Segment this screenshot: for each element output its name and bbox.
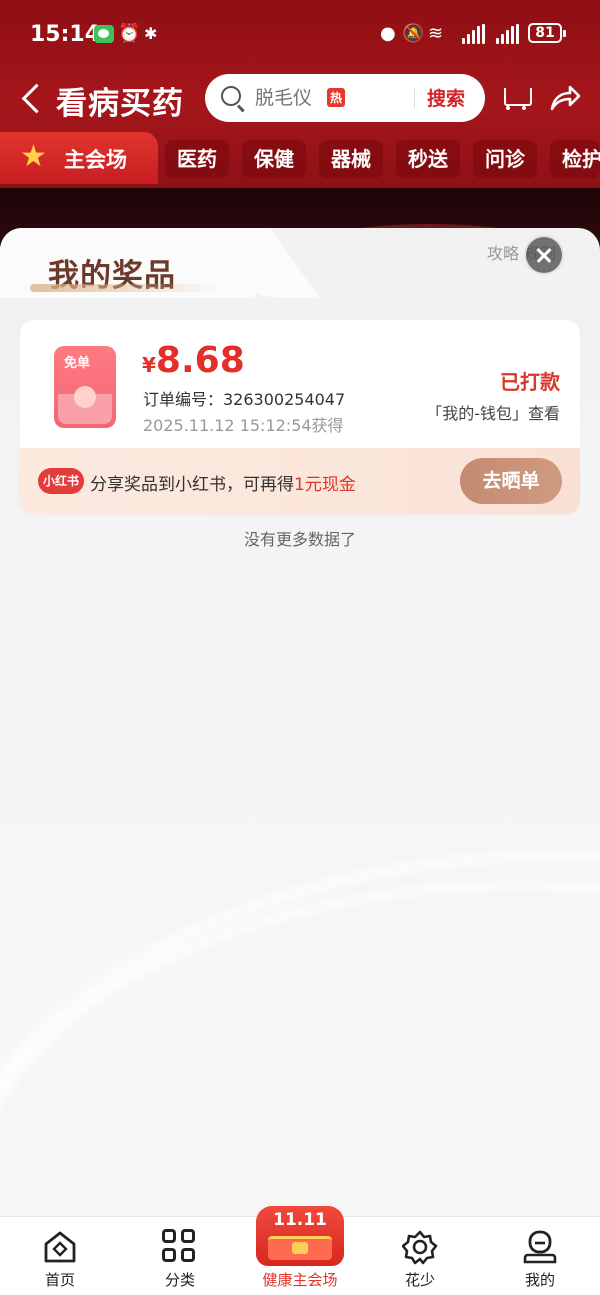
nav-huashao[interactable]: 花少 bbox=[360, 1217, 480, 1295]
back-icon[interactable] bbox=[18, 80, 48, 116]
share-strip: 小红书 分享奖品到小红书，可再得1元现金 去晒单 bbox=[20, 448, 580, 514]
amount-value: 8.68 bbox=[155, 340, 245, 381]
location-icon: ● bbox=[380, 23, 396, 44]
star-icon: ★ bbox=[20, 139, 47, 174]
tab-medicine[interactable]: 医药 bbox=[165, 140, 229, 178]
search-button[interactable]: 搜索 bbox=[427, 84, 465, 111]
nav-category-label: 分类 bbox=[164, 1271, 195, 1289]
home-icon bbox=[42, 1229, 78, 1265]
share-text-highlight: 1元现金 bbox=[294, 475, 356, 495]
prize-thumb-label: 免单 bbox=[64, 356, 91, 371]
category-icon bbox=[162, 1229, 198, 1265]
paid-status: 已打款 bbox=[500, 370, 560, 394]
battery-indicator: 81 bbox=[528, 23, 566, 43]
share-text-prefix: 分享奖品到小红书，可再得 bbox=[90, 475, 294, 495]
currency-symbol: ¥ bbox=[142, 353, 156, 377]
nav-home[interactable]: 首页 bbox=[0, 1217, 120, 1295]
signal-2-icon bbox=[496, 24, 519, 44]
tab-main-venue[interactable]: ★ 主会场 bbox=[0, 132, 158, 184]
category-tabs: ★ 主会场 医药 保健 器械 秒送 问诊 检护 bbox=[0, 132, 600, 184]
prize-amount: ¥8.68 bbox=[142, 340, 245, 381]
status-time: 15:14 bbox=[30, 22, 101, 47]
nav-mine[interactable]: 我的 bbox=[480, 1217, 600, 1295]
nav-home-label: 首页 bbox=[44, 1271, 75, 1289]
envelope-seal bbox=[74, 386, 96, 408]
wifi-icon: ≋ bbox=[428, 23, 444, 44]
tab-devices[interactable]: 器械 bbox=[319, 140, 383, 178]
flower-icon bbox=[401, 1229, 438, 1265]
tab-health-care[interactable]: 保健 bbox=[242, 140, 306, 178]
share-icon[interactable] bbox=[548, 82, 582, 114]
wallet-link[interactable]: 「我的-钱包」查看 bbox=[426, 400, 560, 424]
profile-icon bbox=[522, 1229, 558, 1265]
hot-badge: 热 bbox=[327, 88, 346, 107]
nav-huashao-label: 花少 bbox=[404, 1271, 435, 1289]
close-button[interactable] bbox=[524, 235, 564, 275]
status-bar: 15:14 ⏰ ✱ ● 🔕 ≋ 81 bbox=[0, 0, 600, 68]
event-badge-icon[interactable]: 11.11 bbox=[256, 1206, 344, 1266]
xiaohongshu-badge: 小红书 bbox=[38, 468, 84, 494]
prize-card: 免单 ¥8.68 订单编号：326300254047 2025.11.12 15… bbox=[20, 320, 580, 514]
tab-consultation[interactable]: 问诊 bbox=[473, 140, 537, 178]
search-input[interactable] bbox=[255, 86, 335, 110]
obtained-time: 2025.11.12 15:12:54获得 bbox=[143, 416, 344, 435]
bluetooth-icon: ✱ bbox=[144, 24, 158, 43]
event-badge-number: 11.11 bbox=[273, 1210, 327, 1230]
show-order-button[interactable]: 去晒单 bbox=[460, 458, 562, 504]
search-box[interactable]: 热 搜索 bbox=[205, 74, 485, 122]
alarm-icon: ⏰ bbox=[118, 23, 141, 44]
mute-icon: 🔕 bbox=[402, 23, 425, 44]
nav-category[interactable]: 分类 bbox=[120, 1217, 240, 1295]
wechat-icon bbox=[94, 25, 114, 43]
red-envelope-icon: 免单 bbox=[54, 346, 116, 428]
tab-checkup[interactable]: 检护 bbox=[550, 140, 600, 178]
tab-main-label: 主会场 bbox=[64, 148, 127, 172]
nav-health-venue-label: 健康主会场 bbox=[262, 1271, 338, 1289]
tab-fast-delivery[interactable]: 秒送 bbox=[396, 140, 460, 178]
gift-lock bbox=[292, 1242, 308, 1254]
no-more-data: 没有更多数据了 bbox=[243, 530, 356, 549]
nav-row: 看病买药 热 搜索 bbox=[0, 70, 600, 126]
search-icon bbox=[221, 86, 241, 106]
nav-mine-label: 我的 bbox=[524, 1271, 555, 1289]
page-title: 看病买药 bbox=[56, 86, 184, 122]
order-number: 订单编号：326300254047 bbox=[143, 390, 346, 409]
title-underline bbox=[30, 284, 220, 292]
search-divider bbox=[414, 88, 415, 108]
share-text: 分享奖品到小红书，可再得1元现金 bbox=[90, 470, 356, 495]
signal-icon bbox=[462, 24, 485, 44]
cart-icon[interactable] bbox=[500, 84, 532, 112]
